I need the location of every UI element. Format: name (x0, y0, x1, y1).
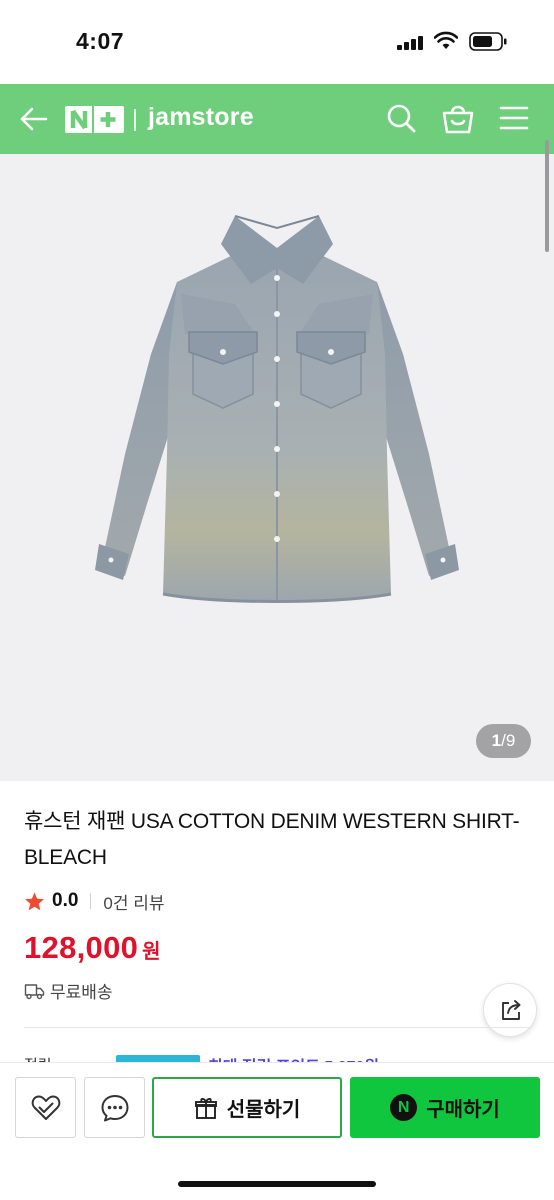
review-count[interactable]: 0건 리뷰 (103, 889, 164, 914)
price-row: 128,000 원 (24, 930, 161, 966)
store-name[interactable]: jamstore (148, 103, 254, 132)
image-counter-total: 9 (505, 731, 516, 750)
naver-plus-logo[interactable] (65, 106, 124, 133)
product-title: 휴스턴 재팬 USA COTTON DENIM WESTERN SHIRT-BL… (24, 810, 520, 869)
search-icon[interactable] (385, 102, 417, 134)
chat-bubble-icon (101, 1095, 129, 1122)
product-image[interactable] (85, 204, 469, 614)
price-currency: 원 (142, 941, 161, 963)
rating-row[interactable]: 0.0 0건 리뷰 (24, 888, 165, 914)
share-button[interactable] (483, 983, 537, 1037)
status-bar: 4:07 (0, 0, 554, 84)
shipping-info: 무료배송 (24, 978, 113, 1003)
shipping-label: 무료배송 (50, 983, 113, 1002)
buy-label: 구매하기 (426, 1099, 500, 1121)
buy-button[interactable]: N 구매하기 (350, 1077, 540, 1138)
section-divider (24, 1027, 530, 1028)
page-scrollbar[interactable] (545, 140, 549, 252)
star-icon (25, 891, 44, 910)
product-price: 128,000 (24, 930, 139, 965)
gift-icon (194, 1097, 217, 1119)
gift-button[interactable]: 선물하기 (152, 1077, 342, 1138)
rating-divider (90, 893, 92, 909)
talk-talk-button[interactable] (84, 1077, 145, 1138)
image-counter: 1/9 (476, 724, 531, 758)
app-header: jamstore (0, 84, 554, 154)
home-indicator[interactable] (178, 1181, 376, 1187)
battery-icon (469, 32, 507, 51)
heart-check-icon (31, 1095, 61, 1120)
naver-pay-icon: N (390, 1094, 418, 1121)
gift-label: 선물하기 (226, 1099, 301, 1121)
wishlist-button[interactable] (15, 1077, 76, 1138)
status-time: 4:07 (76, 28, 125, 54)
wifi-icon (434, 31, 458, 49)
truck-icon (24, 983, 45, 999)
logo-divider (134, 109, 136, 131)
bottom-action-bar: 선물하기 N 구매하기 (0, 1062, 554, 1200)
image-counter-current: 1 (491, 731, 502, 750)
product-image-gallery[interactable]: 1/9 (0, 154, 554, 781)
cellular-signal-icon (397, 36, 423, 50)
share-icon (502, 1000, 521, 1020)
hamburger-menu-icon[interactable] (499, 104, 529, 132)
back-arrow-icon[interactable] (18, 103, 50, 135)
rating-score: 0.0 (52, 890, 79, 911)
shopping-bag-icon[interactable] (441, 101, 475, 135)
